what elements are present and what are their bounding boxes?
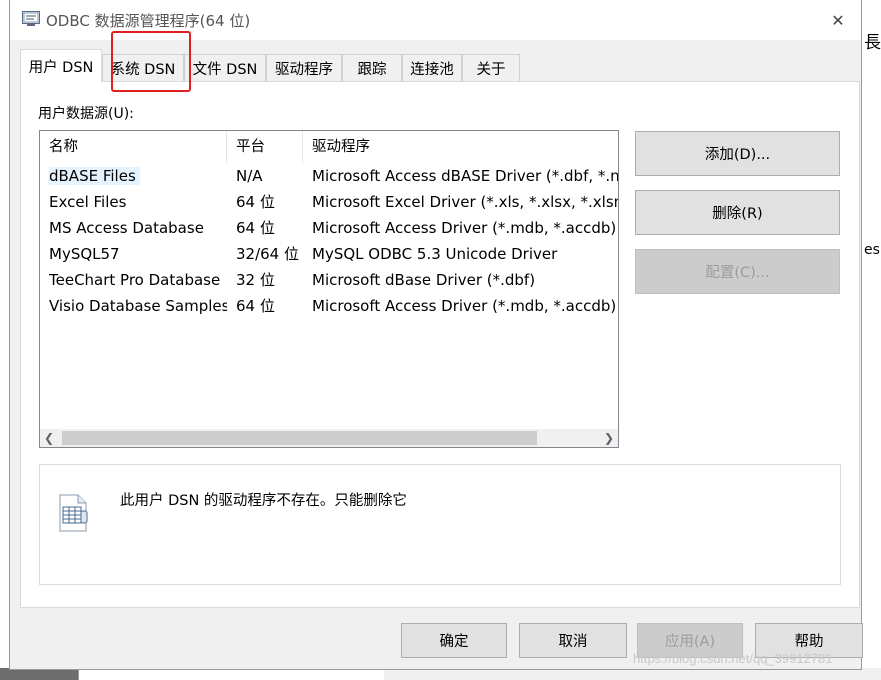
info-message: 此用户 DSN 的驱动程序不存在。只能删除它 [120, 493, 407, 509]
dsn-name: Visio Database Samples [49, 297, 227, 315]
background-text-fragment: 長 [864, 33, 881, 53]
database-info-icon [59, 494, 88, 532]
list-item[interactable]: MySQL57 32/64 位 MySQL ODBC 5.3 Unicode D… [40, 241, 618, 267]
list-item[interactable]: MS Access Database 64 位 Microsoft Access… [40, 215, 618, 241]
info-box: 此用户 DSN 的驱动程序不存在。只能删除它 [39, 464, 841, 585]
user-data-sources-label: 用户数据源(U): [38, 106, 134, 122]
dsn-driver: MySQL ODBC 5.3 Unicode Driver [312, 245, 558, 263]
dsn-platform: 64 位 [236, 297, 275, 315]
dsn-driver: Microsoft Access Driver (*.mdb, *.accdb) [312, 297, 617, 315]
dsn-name-text: dBASE Files [49, 167, 140, 185]
tab-label: 系统 DSN [110, 61, 176, 78]
remove-button[interactable]: 删除(R) [635, 190, 840, 235]
dsn-name: Excel Files [49, 193, 127, 211]
list-item[interactable]: TeeChart Pro Database 32 位 Microsoft dBa… [40, 267, 618, 293]
background-window: 長 es [862, 0, 881, 680]
tab-system-dsn[interactable]: 系统 DSN [102, 54, 184, 81]
tab-label: 关于 [476, 61, 506, 78]
dsn-driver: Microsoft Access dBASE Driver (*.dbf, *.… [312, 167, 618, 185]
horizontal-scrollbar[interactable]: ❮ ❯ [40, 429, 618, 447]
dsn-platform: N/A [236, 167, 263, 185]
dsn-driver: Microsoft Access Driver (*.mdb, *.accdb) [312, 219, 617, 237]
tab-file-dsn[interactable]: 文件 DSN [184, 54, 266, 81]
window-title: ODBC 数据源管理程序(64 位) [46, 12, 251, 30]
column-header-platform[interactable]: 平台 [227, 131, 303, 163]
tab-label: 驱动程序 [275, 61, 333, 78]
dsn-name: dBASE Files [49, 163, 227, 189]
tab-label: 连接池 [410, 61, 454, 78]
list-item[interactable]: Excel Files 64 位 Microsoft Excel Driver … [40, 189, 618, 215]
dsn-list[interactable]: 名称 平台 驱动程序 dBASE Files N/A Microsoft Acc… [39, 130, 619, 448]
cancel-button[interactable]: 取消 [519, 623, 627, 658]
configure-button[interactable]: 配置(C)... [635, 249, 840, 294]
tab-connection-pooling[interactable]: 连接池 [402, 54, 462, 81]
column-header-driver[interactable]: 驱动程序 [303, 131, 618, 163]
tab-drivers[interactable]: 驱动程序 [266, 54, 342, 81]
dsn-driver: Microsoft Excel Driver (*.xls, *.xlsx, *… [312, 193, 618, 211]
odbc-dialog: ODBC 数据源管理程序(64 位) ✕ 用户 DSN 系统 DSN 文件 DS… [9, 0, 863, 670]
tab-label: 文件 DSN [192, 61, 258, 78]
dsn-platform: 64 位 [236, 193, 275, 211]
tab-user-dsn[interactable]: 用户 DSN [20, 49, 102, 82]
dsn-platform: 32/64 位 [236, 245, 299, 263]
background-text-fragment: es [864, 242, 880, 258]
column-header-name[interactable]: 名称 [40, 131, 227, 163]
tab-about[interactable]: 关于 [462, 54, 520, 81]
title-bar: ODBC 数据源管理程序(64 位) ✕ [10, 0, 861, 40]
tab-tracing[interactable]: 跟踪 [342, 54, 402, 81]
add-button[interactable]: 添加(D)... [635, 131, 840, 176]
close-button[interactable]: ✕ [815, 0, 861, 40]
scrollbar-thumb[interactable] [62, 431, 537, 445]
list-item[interactable]: Visio Database Samples 64 位 Microsoft Ac… [40, 293, 618, 319]
ok-button[interactable]: 确定 [401, 623, 507, 658]
scroll-right-icon[interactable]: ❯ [602, 429, 614, 447]
dsn-name: MySQL57 [49, 245, 120, 263]
dsn-platform: 32 位 [236, 271, 275, 289]
scroll-left-icon[interactable]: ❮ [44, 429, 56, 447]
watermark: https://blog.csdn.net/qq_39912781 [633, 651, 833, 666]
odbc-app-icon [22, 11, 40, 26]
dsn-driver: Microsoft dBase Driver (*.dbf) [312, 271, 536, 289]
list-header: 名称 平台 驱动程序 [40, 131, 618, 163]
list-item[interactable]: dBASE Files N/A Microsoft Access dBASE D… [40, 163, 618, 189]
close-icon: ✕ [831, 10, 845, 30]
tab-label: 跟踪 [357, 61, 387, 78]
dsn-name: TeeChart Pro Database [49, 271, 221, 289]
dsn-platform: 64 位 [236, 219, 275, 237]
dsn-name: MS Access Database [49, 219, 204, 237]
tab-label: 用户 DSN [28, 59, 94, 76]
